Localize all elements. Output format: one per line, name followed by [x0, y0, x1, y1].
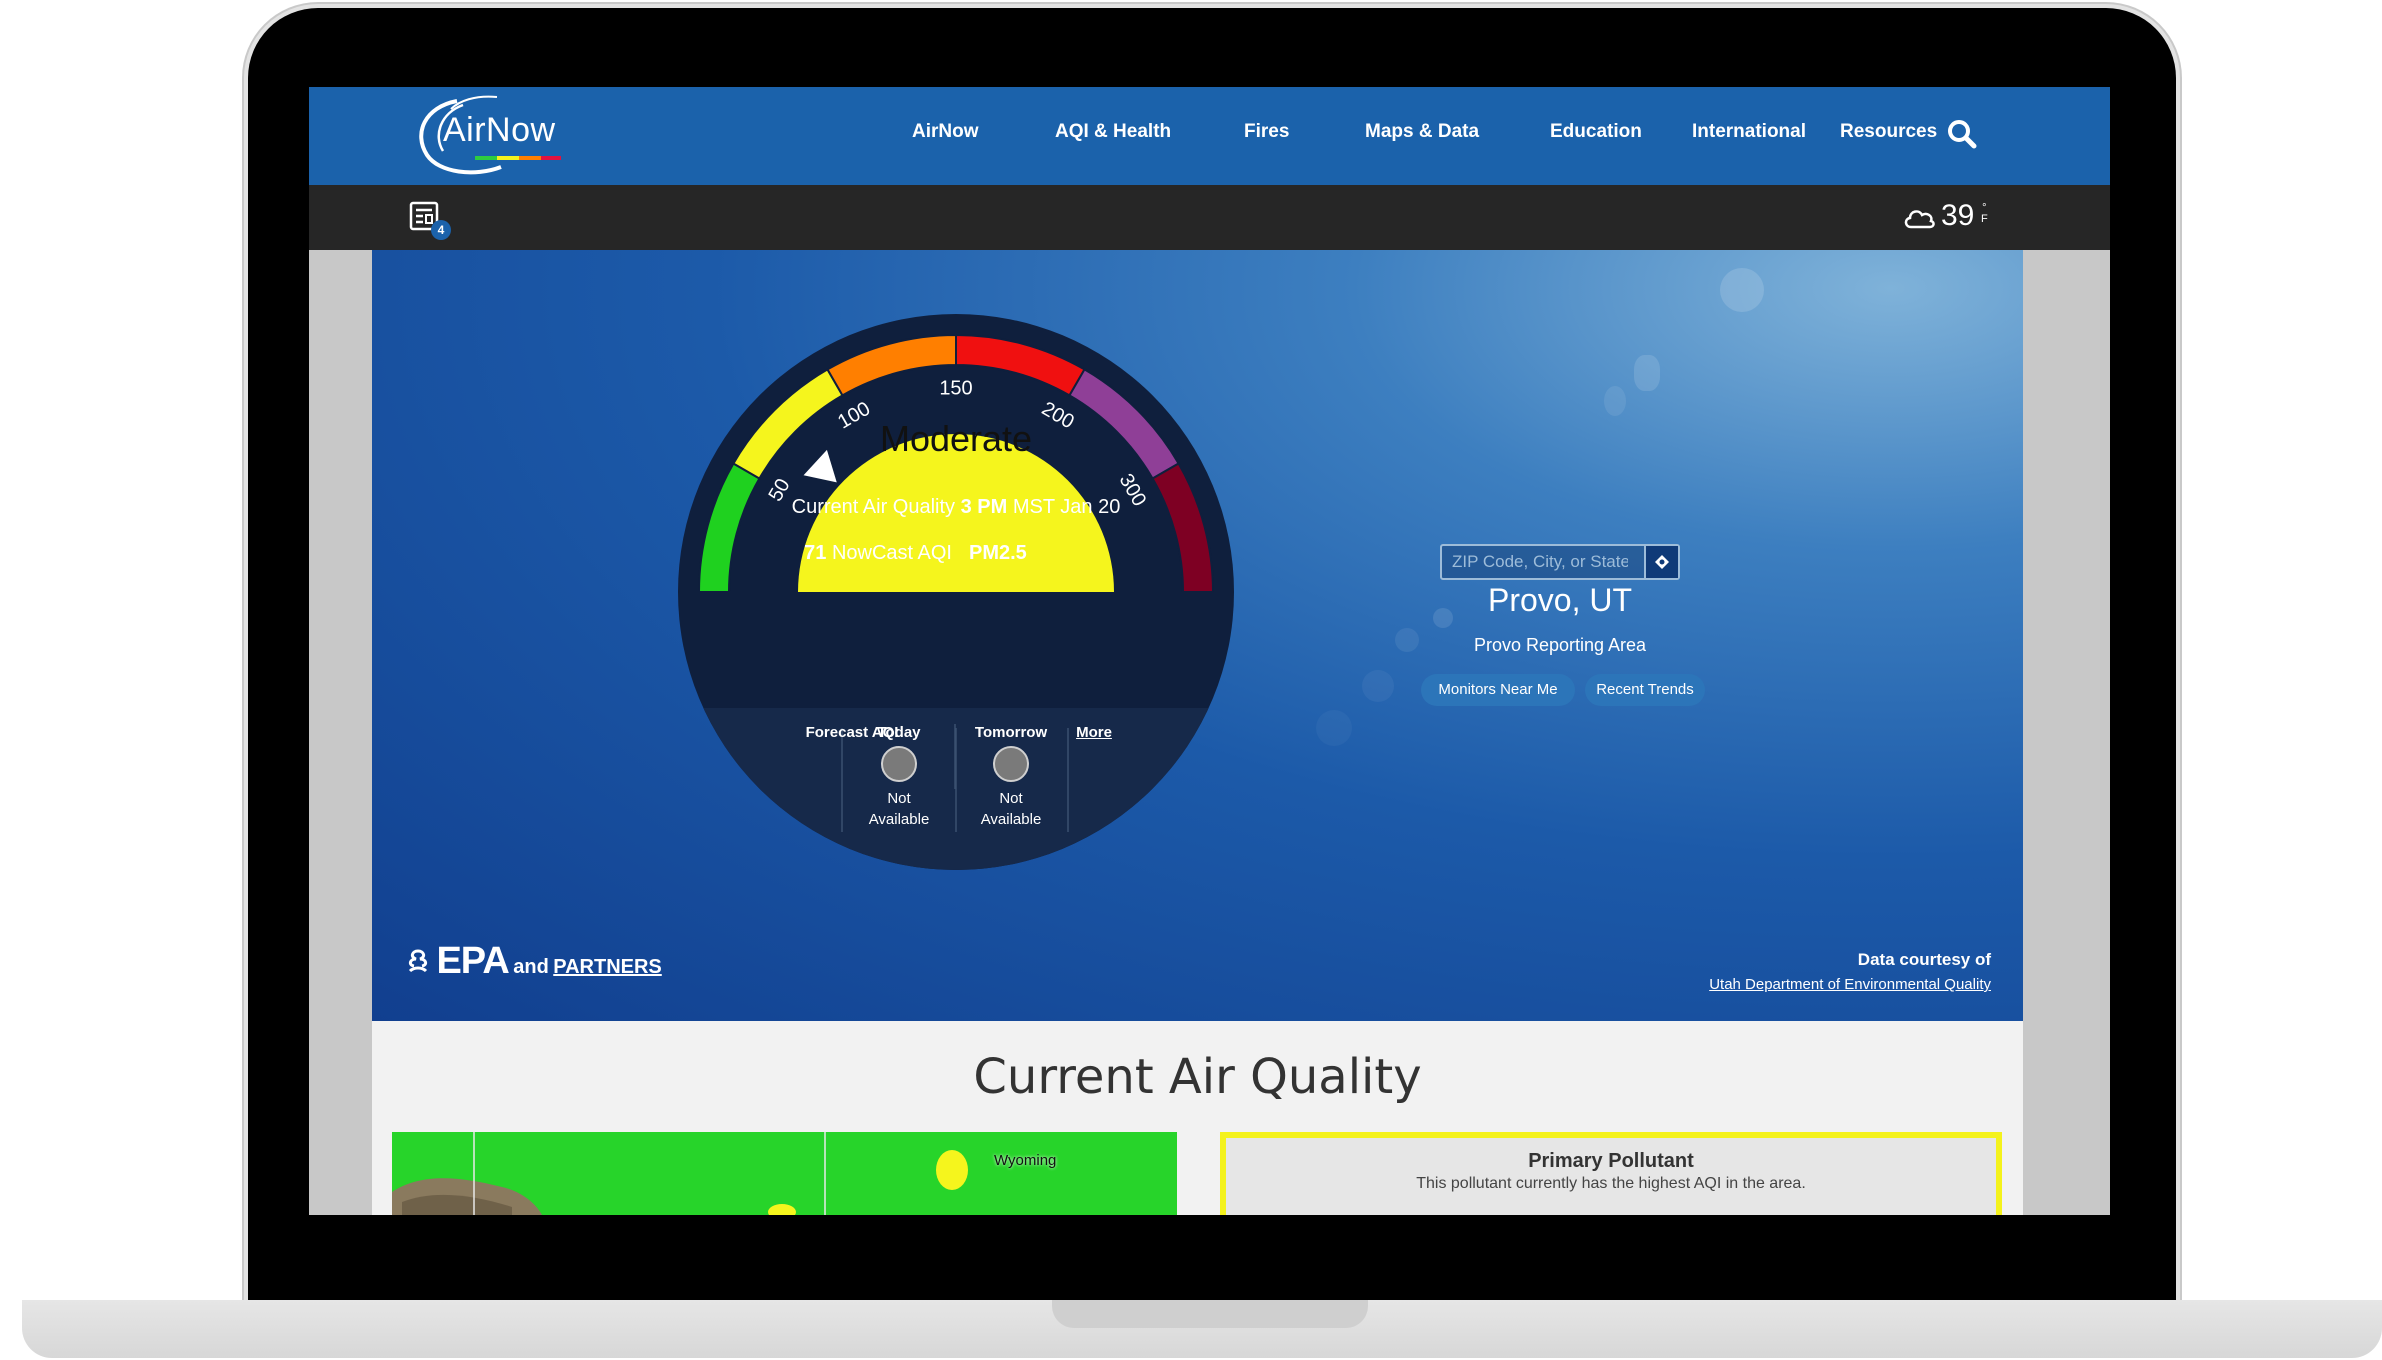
monitors-near-me-button[interactable]: Monitors Near Me	[1421, 674, 1575, 706]
aqi-gauge: 50100150200300	[678, 314, 1234, 870]
location-city: Provo, UT	[1487, 582, 1633, 618]
locate-button[interactable]	[1644, 546, 1678, 578]
reporting-area: Provo Reporting Area	[1473, 635, 1647, 655]
search-icon[interactable]	[1947, 119, 1977, 149]
nav-resources[interactable]: Resources	[1840, 121, 1937, 143]
current-label: Current Air Quality	[791, 496, 956, 518]
temp-unit-letter: F	[1981, 213, 1988, 225]
status-line: Available	[980, 811, 1042, 828]
toolbar: 4 39 ° F	[309, 185, 2110, 250]
nav-fires[interactable]: Fires	[1244, 121, 1289, 143]
section-title: Current Air Quality	[973, 1049, 1422, 1105]
lens-flare	[1395, 628, 1419, 652]
forecast-tomorrow-dot	[993, 746, 1029, 782]
status-line: Not	[999, 790, 1023, 807]
status-line: Not	[887, 790, 911, 807]
nav-international[interactable]: International	[1692, 121, 1806, 143]
pollutant-name[interactable]: PM2.5	[969, 542, 1069, 565]
temperature-unit: ° F	[1981, 203, 1988, 225]
pollutant-card-desc: This pollutant currently has the highest…	[1416, 1175, 1806, 1192]
forecast-today-label: Today	[877, 724, 921, 741]
lens-flare	[1362, 670, 1394, 702]
laptop-notch	[1052, 1300, 1368, 1328]
courtesy-label: Data courtesy of	[1857, 950, 1991, 969]
pollutant-card-title: Primary Pollutant	[1528, 1150, 1694, 1172]
nav-maps-data[interactable]: Maps & Data	[1365, 121, 1479, 143]
location-search	[1440, 544, 1680, 580]
forecast-tomorrow-status: Not Available	[961, 788, 1061, 830]
status-line: Available	[868, 811, 930, 828]
temperature-value[interactable]: 39	[1941, 199, 1974, 233]
courtesy-link[interactable]: Utah Department of Environmental Quality	[1709, 976, 1991, 993]
browser-screen: AirNow AirNow AQI & Health Fires Maps & …	[309, 87, 2110, 1215]
aqi-map[interactable]: Wyoming	[392, 1132, 1177, 1215]
map-graphic	[392, 1132, 1177, 1215]
hero-banner: 50 100 150 200 300 Moderate Current Air Qual…	[372, 250, 2023, 1021]
primary-pollutant-card: Primary Pollutant This pollutant current…	[1220, 1132, 2002, 1215]
forecast-more-link[interactable]: More	[1069, 724, 1119, 741]
lens-flare	[1634, 355, 1660, 391]
notification-badge: 4	[431, 220, 451, 240]
current-time: 3 PM	[960, 496, 1008, 518]
location-search-input[interactable]	[1442, 546, 1638, 578]
forecast-today-status: Not Available	[849, 788, 949, 830]
lens-flare	[1720, 268, 1764, 312]
crosshair-icon	[1655, 555, 1669, 569]
lens-flare	[1316, 710, 1352, 746]
cloud-icon[interactable]	[1903, 205, 1935, 231]
current-air-quality-line: Current Air Quality 3 PM MST Jan 20	[776, 496, 1136, 519]
epa-logo-text[interactable]: EPA	[436, 940, 509, 982]
partners-link[interactable]: PARTNERS	[553, 956, 662, 978]
aqi-category: Moderate	[879, 418, 1033, 459]
nav-aqi-health[interactable]: AQI & Health	[1055, 121, 1171, 143]
forecast-tomorrow-label: Tomorrow	[974, 724, 1048, 741]
logo-text: AirNow	[443, 111, 556, 149]
nav-airnow[interactable]: AirNow	[912, 121, 979, 143]
epa-flower-icon	[408, 949, 428, 973]
data-courtesy: Data courtesy of Utah Department of Envi…	[1709, 950, 1991, 993]
current-date: MST Jan 20	[1012, 496, 1121, 518]
forecast-today-dot	[881, 746, 917, 782]
and-text: and	[513, 956, 549, 978]
nav-education[interactable]: Education	[1550, 121, 1642, 143]
nowcast-label: NowCast AQI	[831, 542, 952, 564]
map-state-label: Wyoming	[994, 1152, 1057, 1169]
gauge-tick-label: 150	[939, 377, 972, 399]
epa-partners: EPA and PARTNERS	[404, 940, 662, 983]
nowcast-value: 71	[804, 542, 827, 564]
current-air-quality-section: Current Air Quality Wyoming Primary Poll…	[372, 1021, 2023, 1215]
top-nav: AirNow AirNow AQI & Health Fires Maps & …	[309, 87, 2110, 188]
recent-trends-button[interactable]: Recent Trends	[1585, 674, 1705, 706]
lens-flare	[1604, 386, 1626, 416]
nowcast-line: 71 NowCast AQI	[776, 542, 952, 565]
